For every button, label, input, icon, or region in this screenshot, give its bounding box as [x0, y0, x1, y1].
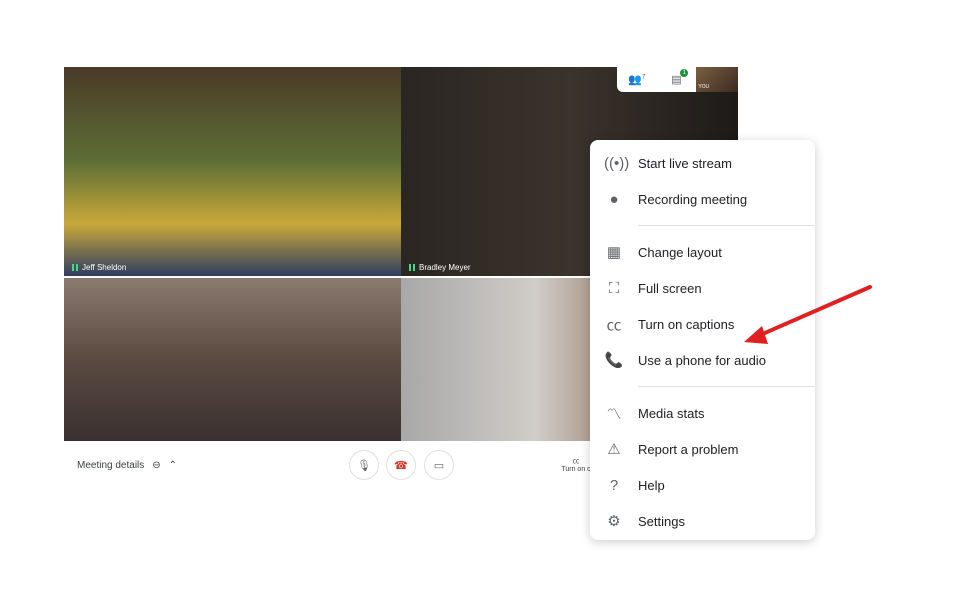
annotation-arrow	[744, 285, 872, 344]
